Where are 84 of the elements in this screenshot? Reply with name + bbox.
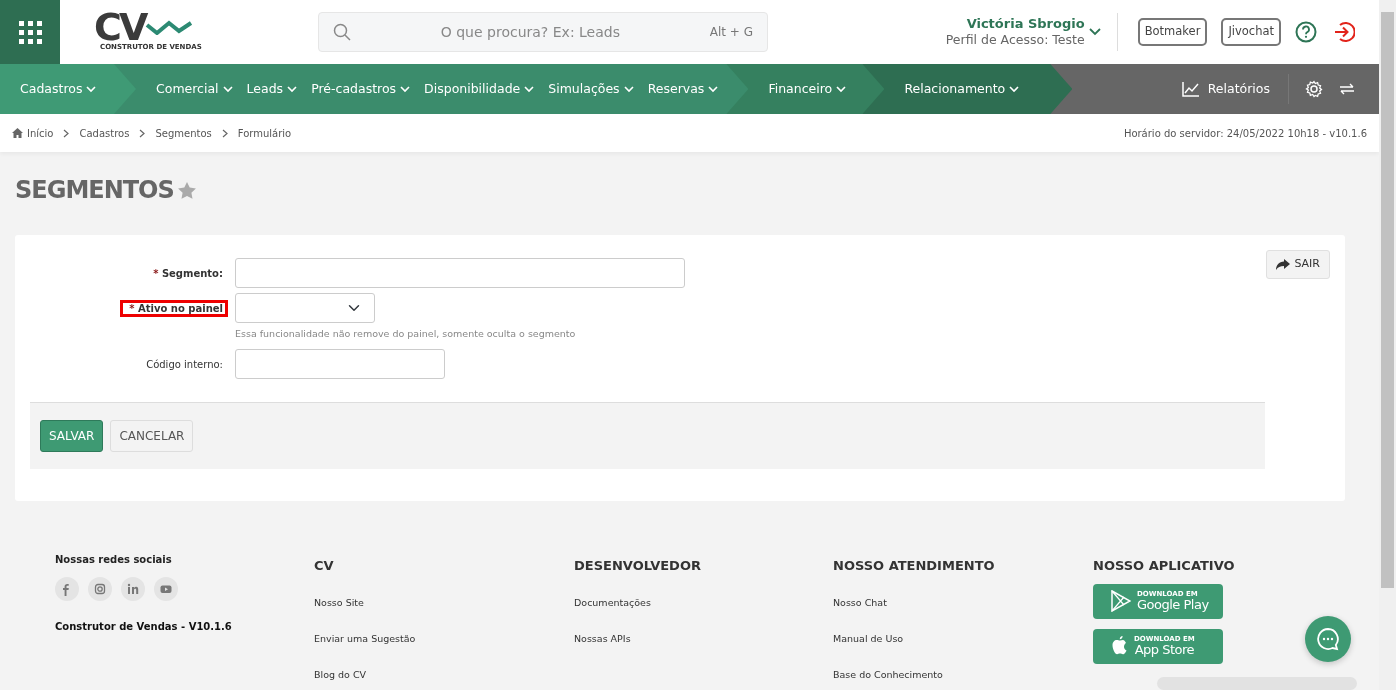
- footer-heading: NOSSO APLICATIVO: [1093, 557, 1236, 575]
- field-label: * Segmento:: [152, 267, 224, 279]
- play-triangle-icon: [1111, 590, 1131, 612]
- chevron-icon: [623, 85, 634, 93]
- reports-link[interactable]: Relatórios: [1175, 74, 1289, 104]
- footer-link[interactable]: Nossas APIs: [574, 631, 833, 646]
- nav-menu-item[interactable]: Pré-cadastros: [311, 79, 411, 99]
- social-link[interactable]: [55, 577, 79, 601]
- logout-button[interactable]: [1333, 21, 1355, 43]
- footer-link[interactable]: Documentações: [574, 595, 833, 610]
- field-label: * Ativo no painel: [123, 302, 225, 314]
- help-text: Essa funcionalidade não remove do painel, somente oculta o segmento: [235, 327, 577, 341]
- nav-menu-item[interactable]: Reservas: [647, 79, 719, 99]
- cancel-button[interactable]: CANCELAR: [110, 420, 194, 453]
- nav-menu-item[interactable]: Simulações: [548, 79, 634, 99]
- footer-link[interactable]: Nosso Site: [314, 595, 574, 610]
- select-field[interactable]: [235, 293, 375, 323]
- nav-menu-item[interactable]: Comercial: [156, 79, 233, 99]
- star-icon[interactable]: [177, 181, 196, 199]
- input-field[interactable]: [235, 258, 685, 288]
- logo-wave-icon: [145, 18, 194, 35]
- apple-icon: [1111, 636, 1128, 656]
- chevron-icon: [524, 85, 535, 93]
- shortcut-hint: Alt + G: [709, 24, 753, 41]
- footer-heading: DESENVOLVEDOR: [574, 557, 702, 575]
- footer-heading: CV: [314, 557, 335, 575]
- logo-text: CV: [94, 11, 146, 42]
- chevron-icon: [1088, 27, 1101, 36]
- search-icon: [333, 23, 351, 41]
- exit-button[interactable]: SAIR: [1266, 250, 1330, 279]
- input-field[interactable]: [235, 349, 445, 380]
- swap-arrows-icon: [1339, 82, 1355, 95]
- chevron-icon: [287, 85, 298, 93]
- apps-menu-button[interactable]: [0, 0, 60, 64]
- user-name: Victória Sbrogio: [965, 16, 1085, 32]
- logout-icon: [1333, 21, 1355, 43]
- field-label: Código interno:: [145, 358, 224, 370]
- help-icon: [1295, 21, 1317, 43]
- chevron-right-icon: [221, 128, 228, 138]
- search-input[interactable]: O que procura? Ex: Leads: [351, 20, 710, 44]
- chevron-icon: [400, 85, 411, 93]
- page-title: SEGMENTOS: [15, 175, 174, 206]
- home-icon: [12, 128, 23, 138]
- social-link[interactable]: [88, 577, 112, 601]
- settings-button[interactable]: [1305, 80, 1323, 98]
- grid-icon: [18, 20, 42, 44]
- footer-heading: Nossas redes sociais: [55, 553, 173, 567]
- chevron-icon: [1009, 85, 1020, 93]
- social-link[interactable]: [154, 577, 178, 601]
- footer-link[interactable]: Nosso Chat: [833, 595, 1093, 610]
- integration-button[interactable]: Botmaker: [1137, 18, 1208, 46]
- chat-button[interactable]: [1305, 616, 1351, 662]
- chevron-icon: [86, 85, 97, 93]
- footer-heading: NOSSO ATENDIMENTO: [833, 557, 996, 575]
- footer-version: Construtor de Vendas - V10.1.6: [55, 620, 233, 634]
- help-button[interactable]: [1295, 21, 1317, 43]
- chevron-right-icon: [139, 128, 146, 138]
- linkedin-icon: [126, 582, 140, 596]
- chevron-icon: [836, 85, 847, 93]
- chevron-icon: [708, 85, 719, 93]
- nav-menu-item[interactable]: Financeiro: [768, 79, 847, 99]
- social-link[interactable]: [121, 577, 145, 601]
- user-profile: Perfil de Acesso: Teste: [945, 32, 1085, 48]
- footer-link[interactable]: Base do Conhecimento: [833, 668, 1093, 683]
- search-field[interactable]: O que procura? Ex: Leads Alt + G: [318, 12, 768, 52]
- breadcrumb-link[interactable]: Início: [27, 125, 54, 141]
- chat-bubble-icon: [1316, 627, 1340, 651]
- nav-menu-item[interactable]: Leads: [246, 79, 298, 99]
- nav-menu-item[interactable]: Disponibilidade: [424, 79, 535, 99]
- footer-link[interactable]: Manual de Uso: [833, 631, 1093, 646]
- share-arrow-icon: [1276, 258, 1291, 270]
- server-time: Horário do servidor: 24/05/2022 10h18 - v10.1.6: [1123, 126, 1367, 141]
- chevron-right-icon: [63, 128, 70, 138]
- breadcrumb-link[interactable]: Cadastros: [79, 125, 130, 141]
- integration-button[interactable]: Jivochat: [1221, 18, 1281, 46]
- footer-link[interactable]: Blog do CV: [314, 668, 574, 683]
- footer-link[interactable]: Enviar uma Sugestão: [314, 631, 574, 646]
- settings-icon: [1305, 80, 1323, 98]
- instagram-icon: [93, 582, 107, 596]
- breadcrumb-link[interactable]: Segmentos: [155, 125, 212, 141]
- breadcrumb-link[interactable]: Formulário: [237, 125, 292, 141]
- chevron-icon: [222, 85, 233, 93]
- nav-menu-item[interactable]: Relacionamento: [904, 79, 1020, 99]
- line-chart-icon: [1181, 81, 1200, 97]
